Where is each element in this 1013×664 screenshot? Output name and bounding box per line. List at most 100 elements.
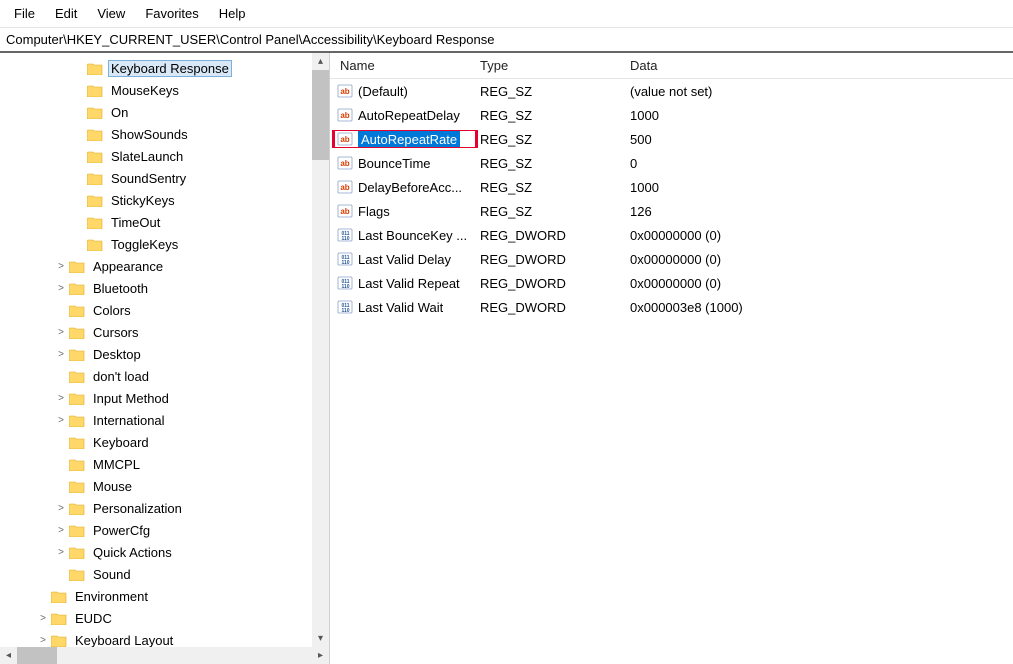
value-row[interactable]: DelayBeforeAcc...REG_SZ1000 [330,175,1013,199]
tree-item[interactable]: >Appearance [0,255,329,277]
folder-icon [68,478,86,494]
column-header-data[interactable]: Data [630,58,1013,73]
tree-item[interactable]: >Mouse [0,475,329,497]
dword-value-icon [336,250,354,268]
expand-icon[interactable]: > [54,415,68,426]
tree-item[interactable]: >PowerCfg [0,519,329,541]
tree-item-label: Sound [90,566,134,583]
tree-item[interactable]: >On [0,101,329,123]
tree-item-label: StickyKeys [108,192,178,209]
expand-icon[interactable]: > [54,393,68,404]
folder-icon [68,390,86,406]
scroll-up-arrow-icon[interactable]: ▴ [312,53,329,70]
tree-item-label: Colors [90,302,134,319]
folder-icon [86,126,104,142]
tree-item[interactable]: >Input Method [0,387,329,409]
expand-icon[interactable]: > [36,635,50,646]
vertical-scrollbar[interactable]: ▴ ▾ [312,53,329,647]
folder-icon [86,170,104,186]
address-bar[interactable]: Computer\HKEY_CURRENT_USER\Control Panel… [0,28,1013,53]
tree-item[interactable]: >ShowSounds [0,123,329,145]
folder-icon [68,522,86,538]
registry-tree[interactable]: >Keyboard Response>MouseKeys>On>ShowSoun… [0,53,329,655]
tree-item-label: ToggleKeys [108,236,181,253]
tree-item[interactable]: >Colors [0,299,329,321]
value-type: REG_DWORD [480,276,630,291]
value-data: 0x00000000 (0) [630,252,1013,267]
tree-item[interactable]: >SlateLaunch [0,145,329,167]
value-data: 1000 [630,180,1013,195]
value-name: BounceTime [358,156,431,171]
expand-icon[interactable]: > [36,613,50,624]
tree-item[interactable]: >don't load [0,365,329,387]
expand-icon[interactable]: > [54,349,68,360]
scroll-thumb[interactable] [312,70,329,160]
menu-file[interactable]: File [6,4,43,23]
tree-item[interactable]: >MouseKeys [0,79,329,101]
tree-item[interactable]: >Sound [0,563,329,585]
scroll-right-arrow-icon[interactable]: ▸ [312,647,329,664]
expand-icon[interactable]: > [54,261,68,272]
tree-item[interactable]: >ToggleKeys [0,233,329,255]
value-name: AutoRepeatRate [358,131,460,148]
value-row[interactable]: Last Valid RepeatREG_DWORD0x00000000 (0) [330,271,1013,295]
value-name: DelayBeforeAcc... [358,180,462,195]
tree-item[interactable]: >TimeOut [0,211,329,233]
tree-item-label: On [108,104,131,121]
horizontal-scrollbar[interactable]: ◂ ▸ [0,647,329,664]
menu-view[interactable]: View [89,4,133,23]
value-row[interactable]: AutoRepeatRateREG_SZ500 [330,127,1013,151]
tree-item[interactable]: >International [0,409,329,431]
menu-favorites[interactable]: Favorites [137,4,206,23]
value-row[interactable]: AutoRepeatDelayREG_SZ1000 [330,103,1013,127]
list-header: Name Type Data [330,53,1013,79]
value-row[interactable]: Last Valid DelayREG_DWORD0x00000000 (0) [330,247,1013,271]
menu-help[interactable]: Help [211,4,254,23]
value-row[interactable]: BounceTimeREG_SZ0 [330,151,1013,175]
expand-icon[interactable]: > [54,327,68,338]
column-header-type[interactable]: Type [480,58,630,73]
folder-icon [50,610,68,626]
value-data: 0 [630,156,1013,171]
value-row[interactable]: FlagsREG_SZ126 [330,199,1013,223]
menu-edit[interactable]: Edit [47,4,85,23]
expand-icon[interactable]: > [54,547,68,558]
tree-item[interactable]: >StickyKeys [0,189,329,211]
tree-item-label: Keyboard Layout [72,632,176,649]
tree-item-label: Desktop [90,346,144,363]
dword-value-icon [336,274,354,292]
tree-item-label: MouseKeys [108,82,182,99]
value-list[interactable]: (Default)REG_SZ(value not set)AutoRepeat… [330,79,1013,319]
tree-item[interactable]: >Quick Actions [0,541,329,563]
tree-item[interactable]: >MMCPL [0,453,329,475]
folder-icon [86,236,104,252]
folder-icon [68,302,86,318]
value-row[interactable]: Last BounceKey ...REG_DWORD0x00000000 (0… [330,223,1013,247]
column-header-name[interactable]: Name [330,58,480,73]
expand-icon[interactable]: > [54,283,68,294]
folder-icon [68,500,86,516]
tree-item[interactable]: >Personalization [0,497,329,519]
folder-icon [68,368,86,384]
value-name: Last BounceKey ... [358,228,467,243]
scroll-down-arrow-icon[interactable]: ▾ [312,630,329,647]
tree-item[interactable]: >EUDC [0,607,329,629]
folder-icon [50,632,68,648]
value-row[interactable]: (Default)REG_SZ(value not set) [330,79,1013,103]
value-row[interactable]: Last Valid WaitREG_DWORD0x000003e8 (1000… [330,295,1013,319]
folder-icon [68,346,86,362]
tree-item[interactable]: >Bluetooth [0,277,329,299]
value-type: REG_DWORD [480,228,630,243]
tree-item[interactable]: >Environment [0,585,329,607]
scroll-left-arrow-icon[interactable]: ◂ [0,647,17,664]
expand-icon[interactable]: > [54,525,68,536]
tree-item[interactable]: >Keyboard Response [0,57,329,79]
tree-item[interactable]: > Desktop [0,343,329,365]
tree-item[interactable]: >SoundSentry [0,167,329,189]
tree-item[interactable]: >Keyboard [0,431,329,453]
folder-icon [68,280,86,296]
folder-icon [68,412,86,428]
expand-icon[interactable]: > [54,503,68,514]
tree-item[interactable]: >Cursors [0,321,329,343]
scroll-thumb-h[interactable] [17,647,57,664]
